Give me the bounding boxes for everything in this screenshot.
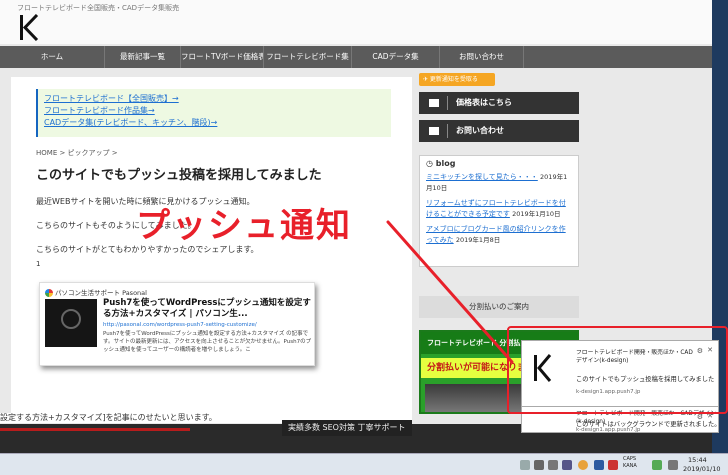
main-nav: ホーム 最新記事一覧 フロートTVボード価格表 フロートテレビボード集 CADデ… <box>0 46 728 68</box>
site-logo[interactable] <box>17 14 43 41</box>
blog-entry-link[interactable]: ミニキッチンを探して見たら・・・ <box>426 173 538 181</box>
site-header: フロートテレビボード全国販売・CADデータ集販売 <box>0 0 728 44</box>
ime-indicator[interactable]: CAPS KANA <box>623 456 647 470</box>
mail-icon <box>429 98 439 107</box>
lock-icon[interactable] <box>534 460 544 470</box>
embed-title[interactable]: Push7を使ってWordPressにプッシュ通知を設定する方法+カスタマイズ … <box>103 298 311 320</box>
embed-source: パソコン生活サポート Pasonal <box>45 287 147 297</box>
price-button[interactable]: 価格表はこちら <box>419 92 579 114</box>
link-tv-board-works[interactable]: フロートテレビボード作品集→ <box>44 105 391 117</box>
annotation-highlight-frame <box>507 326 728 414</box>
speaker-icon[interactable] <box>548 460 558 470</box>
blog-title: ◷ blog <box>426 159 572 168</box>
embed-description: Push7を使ってWordPressにプッシュ通知を設定する方法+カスタマイズ … <box>103 331 312 353</box>
blog-entry: アメブロにブログカード風の紹介リンクを作ってみた 2019年1月8日 <box>426 224 572 246</box>
nav-price[interactable]: フロートTVボード価格表 <box>181 46 264 68</box>
battery-icon[interactable] <box>562 460 572 470</box>
site-tagline: フロートテレビボード全国販売・CADデータ集販売 <box>17 4 180 12</box>
nav-cad[interactable]: CADデータ集 <box>352 46 440 68</box>
blog-widget: ◷ blog ミニキッチンを探して見たら・・・ 2019年1月10日 リフォーム… <box>419 155 579 267</box>
article-card: フロートテレビボード【全国販売】→ フロートテレビボード作品集→ CADデータ集… <box>11 77 412 417</box>
shield-icon[interactable] <box>652 460 662 470</box>
embed-url[interactable]: http://pasonal.com/wordpress-push7-setti… <box>103 322 257 328</box>
chrome-icon[interactable] <box>578 460 588 470</box>
embed-card[interactable]: パソコン生活サポート Pasonal Push7を使ってWordPressにプッ… <box>39 282 315 366</box>
red-accent-bar <box>0 428 190 431</box>
network-icon[interactable] <box>520 460 530 470</box>
tags-strip: 実績多数 SEO対策 丁寧サポート <box>282 420 412 436</box>
mail-icon <box>429 126 439 135</box>
clock-icon: ◷ <box>426 159 436 168</box>
embed-thumbnail <box>45 299 97 347</box>
featured-links: フロートテレビボード【全国販売】→ フロートテレビボード作品集→ CADデータ集… <box>36 89 391 137</box>
notify-subscribe-button[interactable]: ✈ 更新通知を受取る <box>419 73 495 86</box>
installment-heading: 分割払いのご案内 <box>419 296 579 318</box>
notification-site: k-design1.app.push7.jp <box>576 427 641 433</box>
page-title: このサイトでもプッシュ投稿を採用してみました <box>36 168 322 183</box>
nav-latest[interactable]: 最新記事一覧 <box>105 46 181 68</box>
link-tv-board-sales[interactable]: フロートテレビボード【全国販売】→ <box>44 93 391 105</box>
blog-entry-date: 2019年1月8日 <box>455 236 501 244</box>
blog-entry: リフォームせずにフロートテレビボードを付けることができる予定です 2019年1月… <box>426 198 572 220</box>
gear-icon[interactable]: ⚙ <box>697 413 703 421</box>
clock-date[interactable]: 2019/01/10 <box>683 465 720 473</box>
nav-filler <box>524 46 728 68</box>
nav-works[interactable]: フロートテレビボード集 <box>264 46 352 68</box>
blog-entry-date: 2019年1月10日 <box>512 210 561 218</box>
nav-home[interactable]: ホーム <box>0 46 105 68</box>
annotation-text: プッシュ通知 <box>136 206 352 246</box>
globe-icon[interactable] <box>594 460 604 470</box>
contact-button[interactable]: お問い合わせ <box>419 120 579 142</box>
browser-page: フロートテレビボード全国販売・CADデータ集販売 ホーム 最新記事一覧 フロート… <box>0 0 728 475</box>
blog-entry: ミニキッチンを探して見たら・・・ 2019年1月10日 <box>426 172 572 194</box>
flag-icon[interactable] <box>668 460 678 470</box>
breadcrumb[interactable]: HOME > ピックアップ > <box>36 148 118 158</box>
link-cad-data[interactable]: CADデータ集(テレビボード、キッチン、階段)→ <box>44 117 391 129</box>
contact-button-label: お問い合わせ <box>456 126 504 135</box>
price-button-label: 価格表はこちら <box>456 98 512 107</box>
blog-title-label: blog <box>435 159 456 168</box>
clock-time[interactable]: 15:44 <box>688 456 707 464</box>
embed-source-label: パソコン生活サポート Pasonal <box>55 289 147 297</box>
app-icon[interactable] <box>608 460 618 470</box>
index-mark: 1 <box>36 260 41 268</box>
nav-contact[interactable]: お問い合わせ <box>440 46 524 68</box>
google-icon <box>45 289 53 297</box>
taskbar: CAPS KANA 15:44 2019/01/10 <box>0 453 728 475</box>
